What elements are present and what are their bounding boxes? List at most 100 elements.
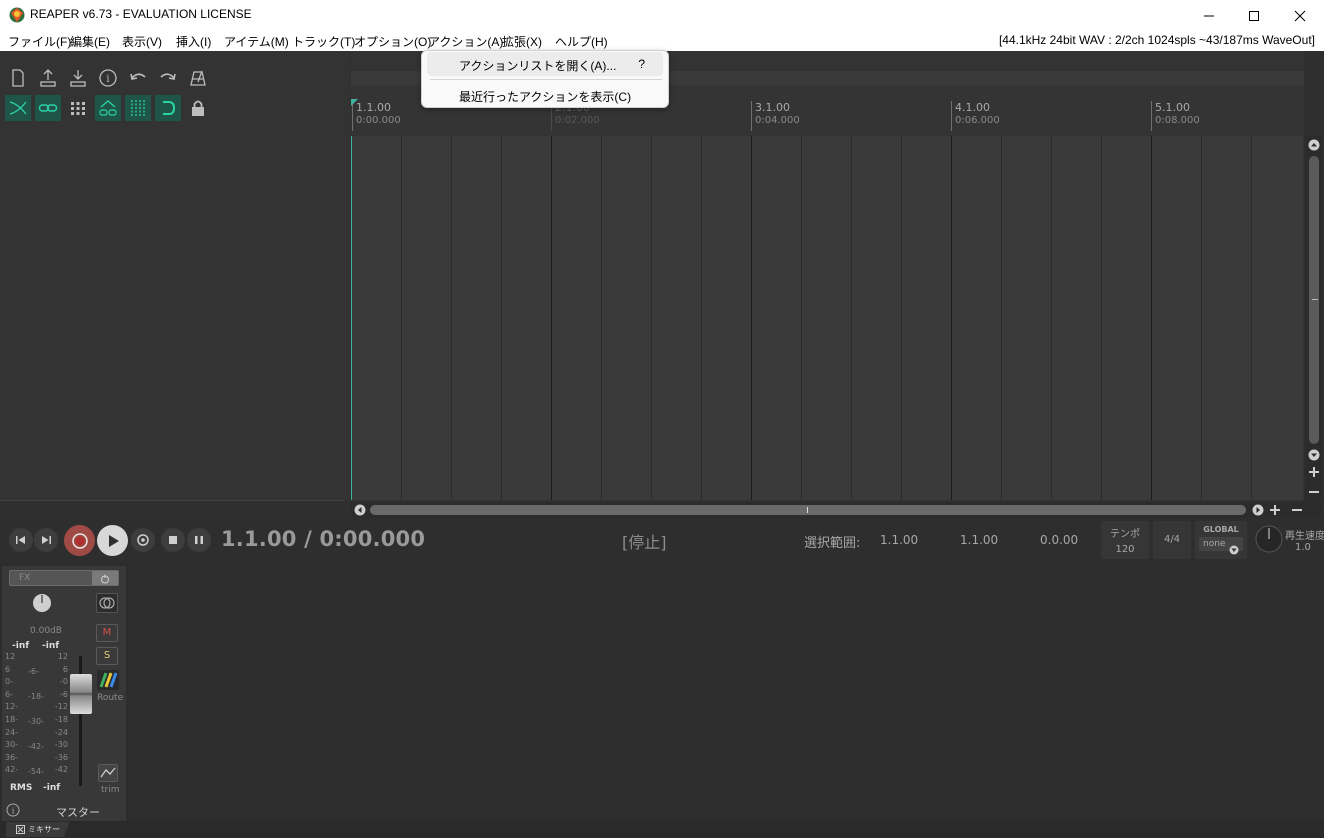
menu-actions[interactable]: アクション(A) — [428, 33, 503, 50]
vertical-scroll-thumb[interactable] — [1309, 156, 1319, 444]
selection-start[interactable]: 1.1.00 — [880, 533, 918, 547]
zoom-in-icon[interactable] — [1308, 466, 1320, 478]
master-volume-display[interactable]: 0.00dB — [30, 626, 62, 636]
snap-button[interactable] — [155, 95, 181, 121]
new-project-button[interactable] — [5, 65, 31, 91]
metronome-button[interactable] — [185, 65, 211, 91]
pause-button[interactable] — [187, 528, 211, 552]
snap-grid-button[interactable] — [125, 95, 151, 121]
undo-button[interactable] — [125, 65, 151, 91]
go-to-end-button[interactable] — [34, 528, 58, 552]
menu-insert[interactable]: 挿入(I) — [176, 33, 211, 50]
selection-end[interactable]: 1.1.00 — [960, 533, 998, 547]
beat-gridline — [1201, 136, 1202, 500]
menu-options[interactable]: オプション(O) — [354, 33, 431, 50]
solo-button[interactable]: S — [96, 647, 118, 665]
ruler-time-label: 0:06.000 — [955, 115, 1000, 126]
peak-right[interactable]: -inf — [42, 641, 59, 651]
skip-end-icon — [42, 536, 51, 544]
horizontal-scrollbar[interactable] — [351, 502, 1323, 518]
zoom-out-icon[interactable] — [1308, 486, 1320, 498]
menu-help[interactable]: ヘルプ(H) — [555, 33, 608, 50]
playrate-value[interactable]: 1.0 — [1295, 542, 1311, 553]
vertical-scrollbar[interactable] — [1305, 136, 1323, 501]
meter-tick: 6- — [5, 689, 13, 699]
meter-tick: 18- — [5, 714, 19, 724]
menu-item-label: アクションリストを開く(A)... — [459, 59, 617, 73]
position-display[interactable]: 1.1.00 / 0:00.000 — [221, 527, 425, 551]
envelope-button[interactable] — [98, 764, 118, 782]
menu-view[interactable]: 表示(V) — [122, 33, 162, 50]
project-settings-button[interactable]: i — [95, 65, 121, 91]
ruler-bar-label: 1.1.00 — [356, 101, 391, 114]
route-button[interactable] — [97, 670, 119, 690]
playhead-marker-icon[interactable] — [351, 99, 359, 107]
global-value: none — [1203, 539, 1226, 549]
trim-label: trim — [101, 785, 120, 795]
info-icon[interactable]: i — [6, 803, 20, 817]
menu-item[interactable]: アイテム(M) — [224, 33, 289, 50]
repeat-button[interactable] — [131, 528, 155, 552]
beat-gridline — [851, 136, 852, 500]
peak-left[interactable]: -inf — [12, 641, 29, 651]
beat-gridline — [701, 136, 702, 500]
master-volume-fader[interactable] — [70, 674, 92, 714]
fx-bypass-button[interactable] — [92, 571, 118, 585]
meter-tick: -18 — [54, 714, 68, 724]
hzoom-in-icon[interactable] — [1269, 504, 1281, 516]
horizontal-scroll-thumb[interactable] — [370, 505, 1246, 515]
rms-value[interactable]: -inf — [43, 783, 60, 793]
menu-open-action-list[interactable]: アクションリストを開く(A)... ? — [427, 52, 663, 76]
close-button[interactable] — [1277, 0, 1323, 31]
ruler-mark: 4.1.00 0:06.000 — [951, 101, 1000, 131]
maximize-button[interactable] — [1231, 0, 1277, 31]
metronome-icon — [190, 70, 206, 86]
global-automation-box[interactable]: GLOBAL none — [1195, 521, 1247, 559]
menu-track[interactable]: トラック(T) — [292, 33, 355, 50]
master-channel-strip: FX 0.00dB -inf -inf 12 6 0- 6- 12- 18- 2… — [2, 566, 126, 821]
undo-icon — [130, 73, 146, 80]
bar-gridline — [751, 136, 752, 500]
menu-edit[interactable]: 編集(E) — [70, 33, 110, 50]
fx-button[interactable]: FX — [9, 570, 119, 586]
global-dropdown[interactable]: none — [1199, 537, 1243, 555]
stop-button[interactable] — [161, 528, 185, 552]
meter-tick: 0- — [5, 677, 13, 687]
pause-icon — [195, 536, 203, 544]
selection-length[interactable]: 0.0.00 — [1040, 533, 1078, 547]
open-project-button[interactable] — [35, 65, 61, 91]
beat-gridline — [601, 136, 602, 500]
stereo-width-button[interactable] — [96, 593, 118, 613]
audio-device-status[interactable]: [44.1kHz 24bit WAV : 2/2ch 1024spls ~43/… — [999, 33, 1315, 47]
pan-knob-icon[interactable] — [32, 593, 52, 613]
menu-show-recent-actions[interactable]: 最近行ったアクションを表示(C) — [427, 83, 663, 107]
close-tab-icon[interactable] — [16, 825, 25, 834]
scroll-right-icon[interactable] — [1252, 504, 1264, 516]
mixer-tab[interactable]: ミキサー — [6, 822, 70, 837]
scroll-down-icon[interactable] — [1308, 449, 1320, 461]
menu-extensions[interactable]: 拡張(X) — [502, 33, 542, 50]
track-area[interactable] — [351, 136, 1303, 500]
ripple-edit-button[interactable] — [5, 95, 31, 121]
mute-button[interactable]: M — [96, 624, 118, 642]
crossfade-icon — [9, 101, 27, 115]
playrate-knob-icon[interactable] — [1254, 524, 1284, 554]
redo-button[interactable] — [155, 65, 181, 91]
scroll-up-icon[interactable] — [1308, 139, 1320, 151]
lock-button[interactable] — [185, 95, 211, 121]
minimize-button[interactable] — [1186, 0, 1232, 31]
save-project-button[interactable] — [65, 65, 91, 91]
grid-button[interactable] — [65, 95, 91, 121]
hzoom-out-icon[interactable] — [1291, 504, 1303, 516]
envelope-lock-button[interactable] — [95, 95, 121, 121]
grouping-button[interactable] — [35, 95, 61, 121]
menu-file[interactable]: ファイル(F) — [8, 33, 71, 50]
scroll-left-icon[interactable] — [354, 504, 366, 516]
fx-label: FX — [19, 573, 31, 583]
scroll-thumb-grip — [807, 507, 808, 513]
go-to-start-button[interactable] — [9, 528, 33, 552]
record-button[interactable] — [64, 525, 95, 556]
tempo-box[interactable]: テンポ 120 — [1101, 521, 1149, 559]
play-button[interactable] — [97, 525, 128, 556]
time-signature[interactable]: 4/4 — [1153, 521, 1191, 559]
